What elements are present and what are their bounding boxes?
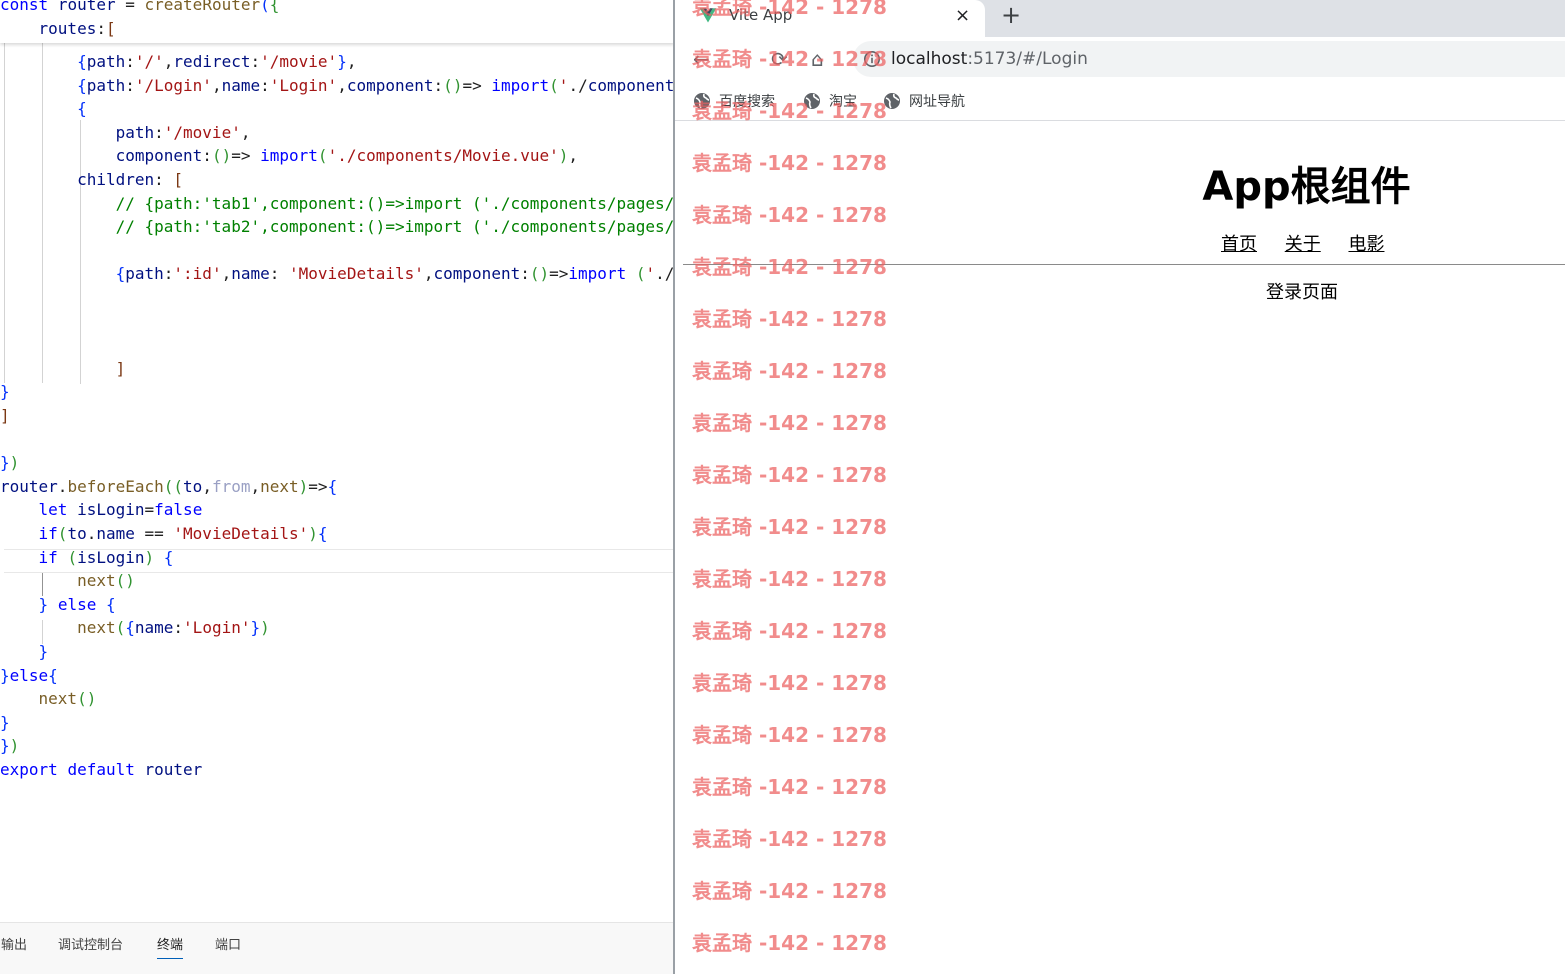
code-line[interactable]: }	[0, 380, 10, 404]
code-line[interactable]: router.beforeEach((to,from,next)=>{	[0, 475, 337, 499]
home-icon[interactable]: ⌂	[811, 47, 824, 71]
code-line[interactable]: path:'/movie',	[0, 121, 251, 145]
horizontal-rule	[683, 264, 1565, 265]
globe-icon	[884, 93, 900, 109]
browser-toolbar: ← ⟳ ⌂ localhost:5173/#/Login	[675, 37, 1565, 83]
tab-title: Vite App	[729, 6, 793, 24]
vue-logo-icon	[699, 8, 717, 23]
back-arrow-icon[interactable]: ←	[693, 47, 710, 71]
code-editor[interactable]: const router = createRouter({ routes:[ {…	[0, 0, 674, 974]
code-line[interactable]: })	[0, 734, 19, 758]
window-divider[interactable]	[673, 0, 675, 974]
bookmark-label: 百度搜索	[719, 94, 775, 110]
code-line[interactable]: if (isLogin) {	[0, 546, 174, 570]
url-host: localhost	[891, 49, 968, 69]
panel-tab-terminal[interactable]: 终端	[157, 937, 184, 959]
bookmark-label: 网址导航	[909, 94, 965, 110]
reload-icon[interactable]: ⟳	[771, 47, 788, 71]
code-line[interactable]: {	[0, 97, 87, 121]
bookmark-taobao[interactable]: 淘宝	[803, 91, 857, 111]
code-line[interactable]: let isLogin=false	[0, 498, 203, 522]
tab-strip: Vite App × +	[675, 0, 1565, 37]
nav-link-about[interactable]: 关于	[1285, 234, 1321, 255]
panel-tab-debug-console[interactable]: 调试控制台	[58, 937, 123, 959]
browser-tab[interactable]: Vite App ×	[675, 0, 985, 37]
code-line[interactable]: next()	[0, 569, 135, 593]
close-tab-icon[interactable]: ×	[955, 5, 970, 26]
code-line[interactable]: export default router	[0, 758, 202, 782]
code-line[interactable]: {path:'/',redirect:'/movie'},	[0, 50, 356, 74]
code-line[interactable]: // {path:'tab2',component:()=>import ('.…	[0, 215, 674, 239]
new-tab-icon[interactable]: +	[1001, 1, 1021, 29]
code-line[interactable]: } else {	[0, 593, 116, 617]
code-line[interactable]: }else{	[0, 664, 58, 688]
address-bar[interactable]: localhost:5173/#/Login	[853, 41, 1565, 77]
site-info-icon[interactable]	[863, 50, 881, 68]
bookmarks-bar: 百度搜索 淘宝 网址导航	[675, 83, 1565, 121]
app-nav: 首页 关于 电影	[1221, 230, 1384, 256]
sticky-line: routes:[	[38, 19, 116, 38]
page-viewport: App根组件 首页 关于 电影 登录页面	[675, 122, 1565, 974]
bookmark-baidu[interactable]: 百度搜索	[693, 91, 775, 111]
app-title: App根组件	[1202, 164, 1411, 210]
code-line[interactable]: next({name:'Login'})	[0, 616, 270, 640]
sticky-line: const router = createRouter({	[0, 0, 280, 14]
code-line[interactable]: if(to.name == 'MovieDetails'){	[0, 522, 328, 546]
globe-icon	[694, 93, 710, 109]
sticky-scroll-header: const router = createRouter({ routes:[	[0, 0, 674, 43]
code-line[interactable]: component:()=> import('./components/Movi…	[0, 144, 578, 168]
panel-tab-bar: 输出 调试控制台 终端 端口	[0, 922, 674, 974]
code-line[interactable]: // {path:'tab1',component:()=>import ('.…	[0, 192, 674, 216]
code-line[interactable]: children: [	[0, 168, 183, 192]
nav-link-home[interactable]: 首页	[1221, 234, 1257, 255]
code-line[interactable]: }	[0, 640, 49, 664]
code-line[interactable]: ]	[0, 357, 126, 381]
browser-window: Vite App × + ← ⟳ ⌂ localhost:5173/#/Logi…	[675, 0, 1565, 974]
bookmark-nav[interactable]: 网址导航	[883, 91, 965, 111]
nav-link-movie[interactable]: 电影	[1348, 234, 1384, 255]
url-path: :5173/#/Login	[967, 49, 1088, 69]
panel-tab-output[interactable]: 输出	[1, 937, 27, 959]
globe-icon	[804, 93, 820, 109]
bookmark-label: 淘宝	[829, 94, 857, 110]
code-line[interactable]: }	[0, 711, 10, 735]
code-line[interactable]: next()	[0, 687, 97, 711]
url-text: localhost:5173/#/Login	[891, 49, 1088, 69]
code-line[interactable]: {path:':id',name: 'MovieDetails',compone…	[0, 262, 674, 286]
code-line[interactable]: ]	[0, 404, 10, 428]
login-page-text: 登录页面	[1266, 282, 1338, 303]
code-line[interactable]: })	[0, 451, 19, 475]
panel-tab-ports[interactable]: 端口	[215, 937, 241, 959]
code-line[interactable]: {path:'/Login',name:'Login',component:()…	[0, 74, 674, 98]
